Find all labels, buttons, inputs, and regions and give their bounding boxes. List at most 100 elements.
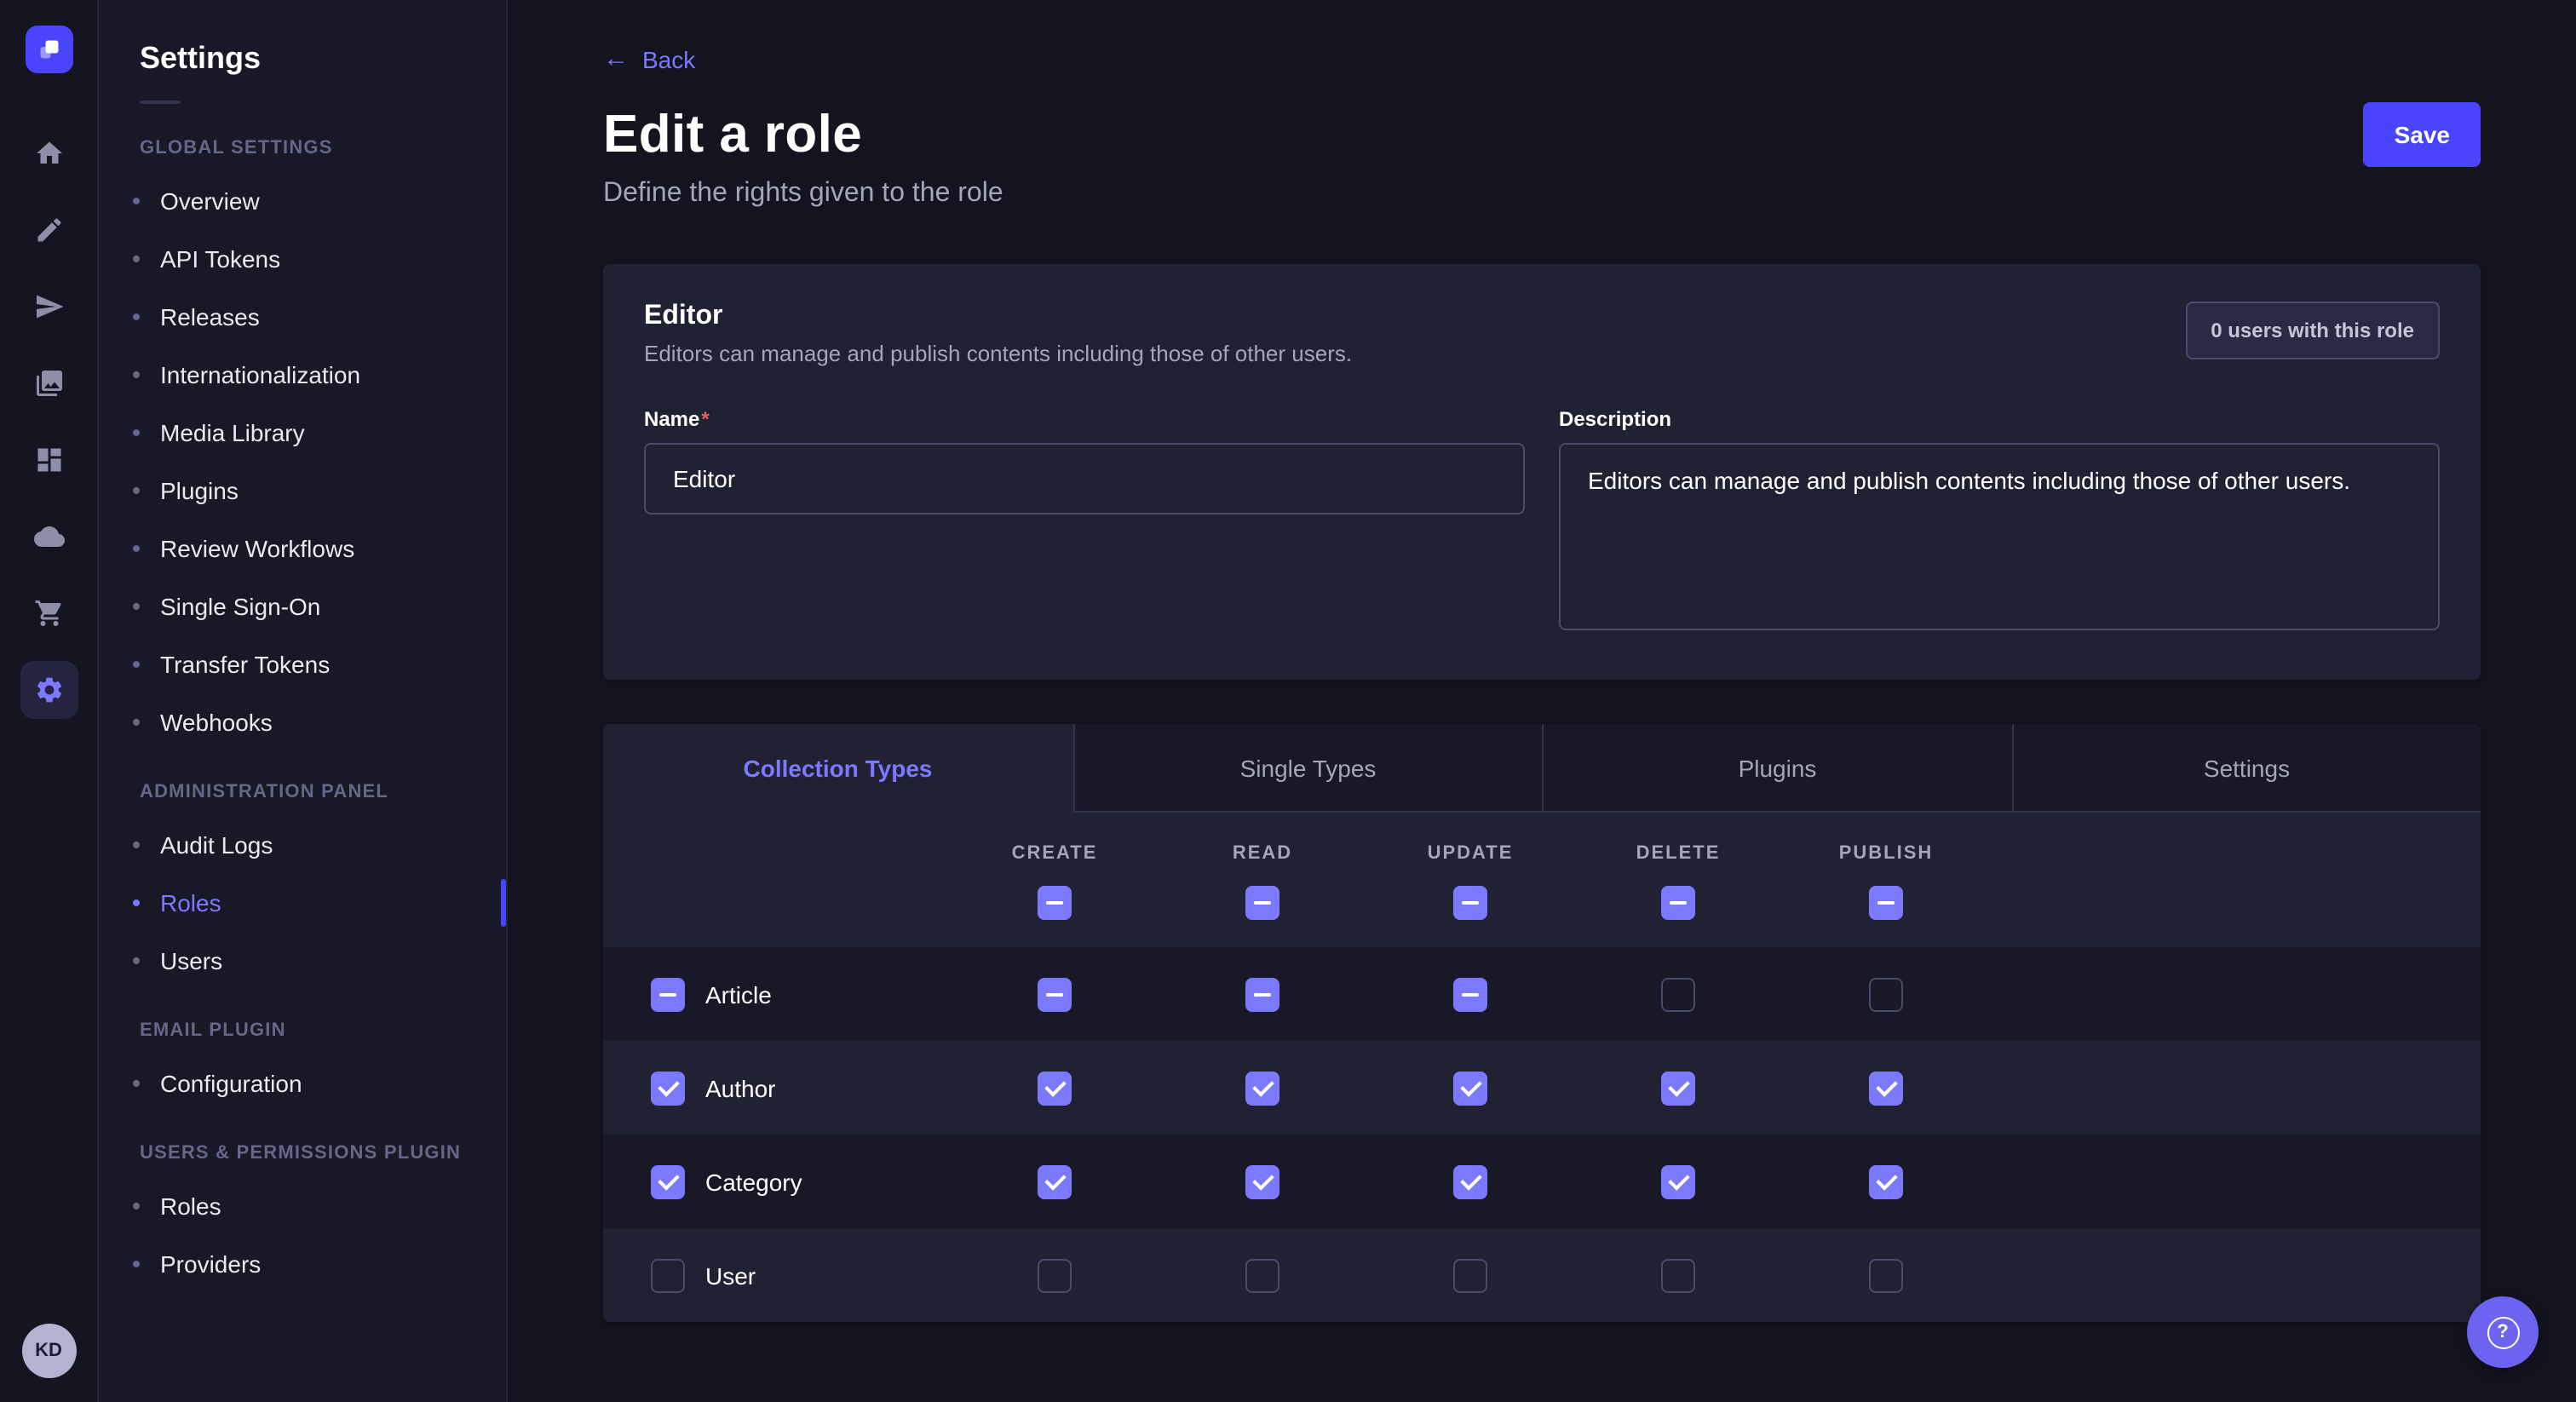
row-label: Author	[705, 1074, 776, 1101]
column-header-publish: PUBLISH	[1782, 843, 1990, 864]
sidebar-item-roles[interactable]: Roles	[99, 874, 506, 932]
role-description-textarea[interactable]: Editors can manage and publish contents …	[1559, 443, 2440, 630]
title-row: Edit a role Save	[603, 102, 2481, 167]
row-select-checkbox[interactable]	[651, 977, 685, 1011]
role-name-input[interactable]	[644, 443, 1525, 514]
permission-checkbox[interactable]	[1245, 977, 1279, 1011]
permission-checkbox[interactable]	[1245, 1071, 1279, 1105]
sidebar-item-label: Audit Logs	[160, 831, 273, 859]
sidebar-item-api-tokens[interactable]: API Tokens	[99, 230, 506, 288]
sidebar-item-transfer-tokens[interactable]: Transfer Tokens	[99, 635, 506, 693]
sidebar-item-webhooks[interactable]: Webhooks	[99, 693, 506, 751]
rail-bottom: KD	[21, 1324, 76, 1378]
permission-checkbox[interactable]	[1453, 1071, 1487, 1105]
section-users-permissions-plugin: USERS & PERMISSIONS PLUGIN	[99, 1112, 506, 1177]
sidebar-item-audit-logs[interactable]: Audit Logs	[99, 816, 506, 874]
permission-checkbox[interactable]	[1869, 1164, 1903, 1198]
tab-collection-types[interactable]: Collection Types	[603, 724, 1072, 813]
tab-settings[interactable]: Settings	[2011, 724, 2481, 813]
deploy-icon[interactable]	[20, 278, 78, 336]
permission-checkbox[interactable]	[1453, 977, 1487, 1011]
row-label-cell: Category	[603, 1164, 951, 1198]
sidebar-item-configuration[interactable]: Configuration	[99, 1054, 506, 1112]
required-asterisk: *	[701, 407, 709, 431]
sidebar-item-label: Roles	[160, 889, 221, 916]
bullet-icon	[133, 661, 140, 668]
permission-checkbox[interactable]	[1869, 977, 1903, 1011]
content-type-builder-icon[interactable]	[20, 431, 78, 489]
back-arrow-icon: ←	[603, 46, 629, 72]
sidebar-item-up-providers[interactable]: Providers	[99, 1235, 506, 1293]
tab-plugins[interactable]: Plugins	[1542, 724, 2011, 813]
users-with-role-button[interactable]: 0 users with this role	[2185, 302, 2440, 359]
user-avatar[interactable]: KD	[21, 1324, 76, 1378]
back-link[interactable]: ← Back	[603, 45, 695, 72]
strapi-logo[interactable]	[25, 26, 72, 73]
sidebar-item-label: Review Workflows	[160, 535, 354, 562]
row-select-checkbox[interactable]	[651, 1071, 685, 1105]
sidebar-item-label: Media Library	[160, 419, 305, 446]
column-header-delete: DELETE	[1574, 843, 1782, 864]
permission-checkbox[interactable]	[1869, 1258, 1903, 1292]
main-content: ← Back Edit a role Save Define the right…	[508, 0, 2576, 1402]
permission-checkbox[interactable]	[1869, 1071, 1903, 1105]
permission-checkbox[interactable]	[1245, 1164, 1279, 1198]
save-button[interactable]: Save	[2364, 102, 2481, 167]
permission-checkbox[interactable]	[1038, 1164, 1072, 1198]
permission-checkbox[interactable]	[1661, 977, 1695, 1011]
sidebar-item-up-roles[interactable]: Roles	[99, 1177, 506, 1235]
bullet-icon	[133, 1261, 140, 1267]
select-all-publish-checkbox[interactable]	[1869, 886, 1903, 920]
sidebar-item-single-sign-on[interactable]: Single Sign-On	[99, 577, 506, 635]
marketplace-icon[interactable]	[20, 584, 78, 642]
cloud-icon[interactable]	[20, 508, 78, 566]
permission-checkbox[interactable]	[1453, 1258, 1487, 1292]
settings-icon[interactable]	[20, 661, 78, 719]
sidebar-item-plugins[interactable]: Plugins	[99, 462, 506, 520]
bullet-icon	[133, 899, 140, 906]
sidebar-item-label: Transfer Tokens	[160, 651, 330, 678]
page-subtitle: Define the rights given to the role	[603, 179, 2481, 210]
section-email-plugin: EMAIL PLUGIN	[99, 990, 506, 1054]
permission-checkbox[interactable]	[1453, 1164, 1487, 1198]
select-all-delete-checkbox[interactable]	[1661, 886, 1695, 920]
media-library-icon[interactable]	[20, 354, 78, 412]
permission-row-category: Category	[603, 1135, 2481, 1228]
permission-checkbox[interactable]	[1245, 1258, 1279, 1292]
sidebar-item-label: Roles	[160, 1192, 221, 1220]
select-all-read-checkbox[interactable]	[1245, 886, 1279, 920]
tab-single-types[interactable]: Single Types	[1072, 724, 1542, 813]
permission-checkbox[interactable]	[1661, 1258, 1695, 1292]
description-field-label: Description	[1559, 407, 2440, 431]
name-field-group: Name*	[644, 407, 1525, 639]
column-header-update: UPDATE	[1366, 843, 1574, 864]
sidebar-item-overview[interactable]: Overview	[99, 172, 506, 230]
permission-checkbox[interactable]	[1038, 1071, 1072, 1105]
row-select-checkbox[interactable]	[651, 1164, 685, 1198]
sidebar-item-label: Overview	[160, 187, 260, 215]
select-all-update-checkbox[interactable]	[1453, 886, 1487, 920]
content-manager-icon[interactable]	[20, 201, 78, 259]
sidebar-item-internationalization[interactable]: Internationalization	[99, 346, 506, 404]
sidebar-item-releases[interactable]: Releases	[99, 288, 506, 346]
back-label: Back	[642, 45, 695, 72]
bullet-icon	[133, 842, 140, 848]
row-select-checkbox[interactable]	[651, 1258, 685, 1292]
sidebar-item-media-library[interactable]: Media Library	[99, 404, 506, 462]
help-button[interactable]: ?	[2467, 1296, 2539, 1368]
rail-nav	[20, 124, 78, 719]
permission-checkbox[interactable]	[1038, 1258, 1072, 1292]
row-label-cell: Article	[603, 977, 951, 1011]
permission-row-article: Article	[603, 947, 2481, 1041]
sidebar-item-users[interactable]: Users	[99, 932, 506, 990]
permission-checkbox[interactable]	[1661, 1164, 1695, 1198]
sidebar-item-review-workflows[interactable]: Review Workflows	[99, 520, 506, 577]
select-all-create-checkbox[interactable]	[1038, 886, 1072, 920]
home-icon[interactable]	[20, 124, 78, 182]
description-field-group: Description Editors can manage and publi…	[1559, 407, 2440, 639]
permission-checkbox[interactable]	[1661, 1071, 1695, 1105]
role-description-text: Editors can manage and publish contents …	[644, 341, 1352, 366]
permission-checkbox[interactable]	[1038, 977, 1072, 1011]
role-name-heading: Editor	[644, 302, 1352, 332]
sidebar-item-label: Plugins	[160, 477, 239, 504]
